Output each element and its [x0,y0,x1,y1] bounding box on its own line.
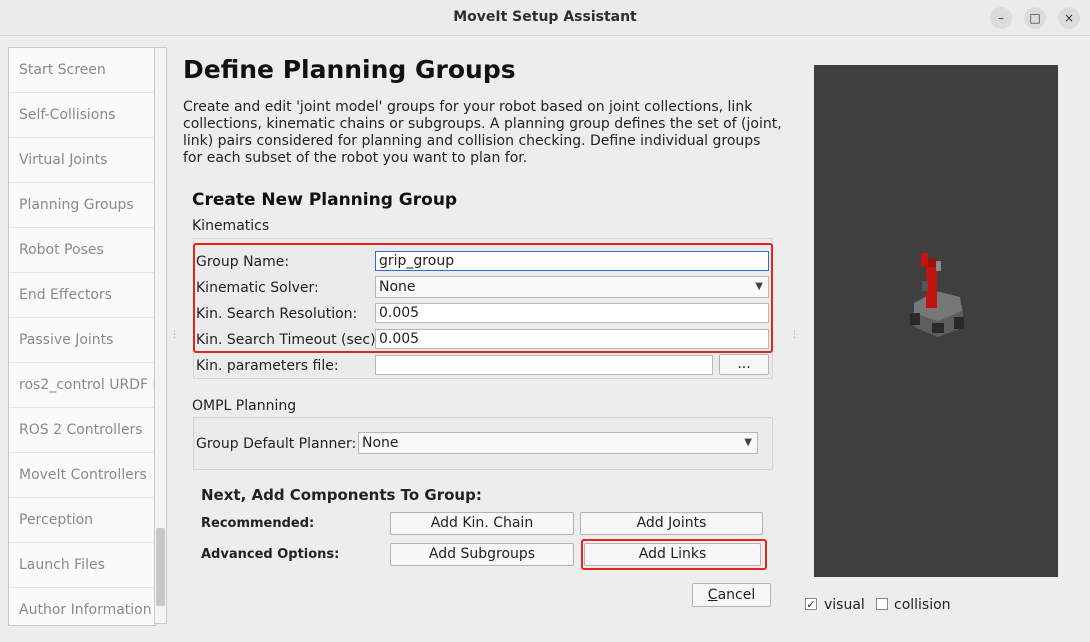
robot-3d-viewer[interactable] [814,65,1058,577]
minimize-button[interactable]: – [990,7,1012,29]
default-planner-label: Group Default Planner: [196,436,357,452]
cancel-label: ancel [717,587,756,603]
ompl-section-label: OMPL Planning [192,398,297,414]
sidebar-item-perception[interactable]: Perception [9,498,155,543]
params-file-input[interactable] [375,355,713,375]
add-subgroups-button[interactable]: Add Subgroups [390,543,574,566]
sidebar-item-author-information[interactable]: Author Information [9,588,155,625]
title-bar: MoveIt Setup Assistant – □ × [0,0,1090,36]
add-components-heading: Next, Add Components To Group: [201,486,482,504]
kinematics-section-label: Kinematics [192,218,270,234]
splitter-handle-left[interactable]: ⋮ [170,330,179,340]
maximize-button[interactable]: □ [1024,7,1046,29]
cancel-button[interactable]: Cancel [692,583,771,607]
add-joints-button[interactable]: Add Joints [580,512,763,535]
default-planner-select[interactable]: None ▼ [358,432,758,454]
sidebar-item-robot-poses[interactable]: Robot Poses [9,228,155,273]
sidebar-item-planning-groups[interactable]: Planning Groups [9,183,155,228]
create-group-heading: Create New Planning Group [192,190,458,210]
visual-label: visual [824,597,865,613]
cancel-mnemonic: C [707,587,718,603]
sidebar-item-moveit-controllers[interactable]: MoveIt Controllers [9,453,155,498]
page-description: Create and edit 'joint model' groups for… [183,99,782,166]
chevron-down-icon: ▼ [744,437,752,448]
sidebar-item-self-collisions[interactable]: Self-Collisions [9,93,155,138]
sidebar-scrollbar[interactable] [154,47,167,624]
highlight-box-kinematics [193,243,773,353]
default-planner-value: None [362,435,399,451]
visual-checkbox[interactable]: ✓ [805,598,817,610]
collision-checkbox[interactable] [876,598,888,610]
advanced-options-label: Advanced Options: [201,547,340,562]
page-title: Define Planning Groups [183,55,516,84]
scrollbar-thumb[interactable] [156,528,165,606]
sidebar-item-launch-files[interactable]: Launch Files [9,543,155,588]
close-button[interactable]: × [1058,7,1080,29]
highlight-box-add-links [581,539,767,570]
sidebar-item-ros2-control-urdf[interactable]: ros2_control URDF Mo [9,363,155,408]
sidebar-nav: Start Screen Self-Collisions Virtual Joi… [8,47,156,626]
sidebar-item-end-effectors[interactable]: End Effectors [9,273,155,318]
add-kin-chain-button[interactable]: Add Kin. Chain [390,512,574,535]
sidebar-item-passive-joints[interactable]: Passive Joints [9,318,155,363]
robot-model-icon [910,253,964,337]
sidebar-item-start-screen[interactable]: Start Screen [9,48,155,93]
params-file-label: Kin. parameters file: [196,358,339,374]
sidebar-item-virtual-joints[interactable]: Virtual Joints [9,138,155,183]
collision-label: collision [894,597,951,613]
browse-button[interactable]: ... [719,354,769,375]
recommended-label: Recommended: [201,516,315,531]
splitter-handle-right[interactable]: ⋮ [790,330,799,340]
sidebar-item-ros2-controllers[interactable]: ROS 2 Controllers [9,408,155,453]
window-title: MoveIt Setup Assistant [453,9,637,25]
